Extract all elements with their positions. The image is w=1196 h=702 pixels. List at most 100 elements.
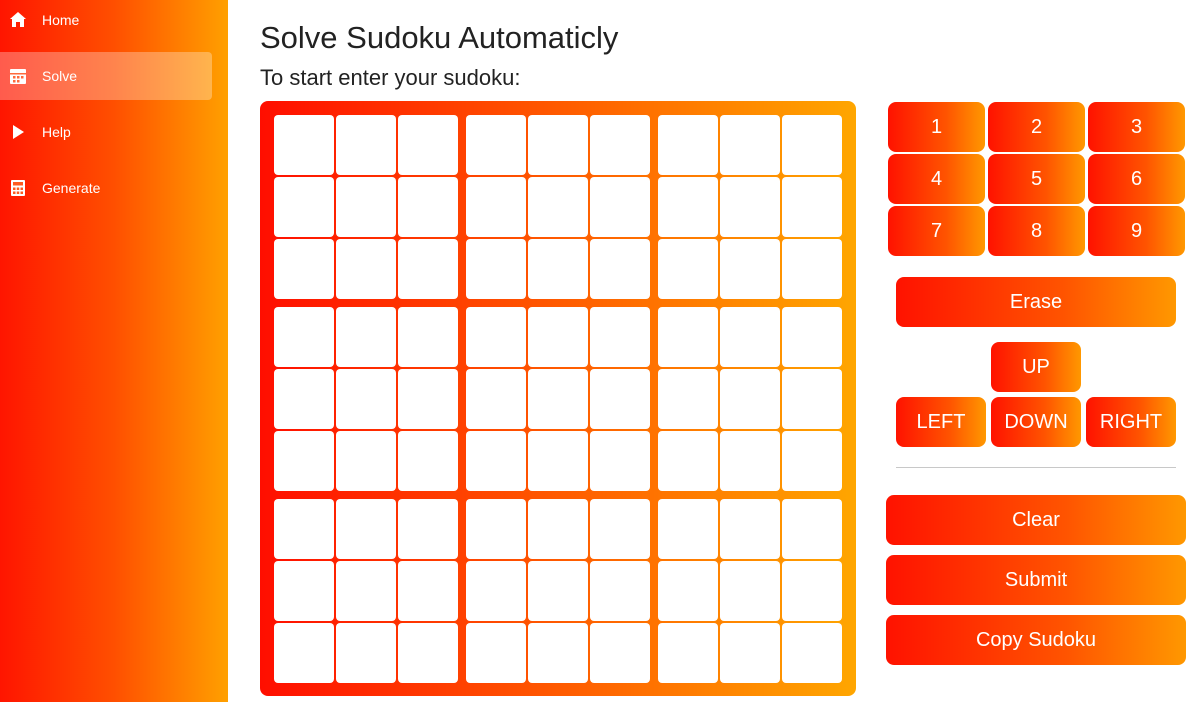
sudoku-cell[interactable]: [466, 561, 526, 621]
sudoku-cell[interactable]: [398, 115, 458, 175]
sudoku-cell[interactable]: [658, 177, 718, 237]
sudoku-cell[interactable]: [590, 115, 650, 175]
sudoku-cell[interactable]: [782, 499, 842, 559]
sudoku-cell[interactable]: [590, 177, 650, 237]
sudoku-cell[interactable]: [398, 369, 458, 429]
sudoku-cell[interactable]: [274, 115, 334, 175]
sudoku-cell[interactable]: [528, 115, 588, 175]
number-button-7[interactable]: 7: [888, 206, 985, 256]
sudoku-cell[interactable]: [658, 115, 718, 175]
sudoku-cell[interactable]: [336, 369, 396, 429]
sudoku-cell[interactable]: [590, 561, 650, 621]
sudoku-cell[interactable]: [720, 561, 780, 621]
sudoku-cell[interactable]: [528, 239, 588, 299]
sudoku-cell[interactable]: [720, 499, 780, 559]
sudoku-cell[interactable]: [658, 623, 718, 683]
sudoku-cell[interactable]: [274, 307, 334, 367]
sidebar-item-home[interactable]: Home: [0, 0, 212, 44]
sudoku-cell[interactable]: [590, 307, 650, 367]
sudoku-cell[interactable]: [398, 239, 458, 299]
sudoku-cell[interactable]: [590, 499, 650, 559]
sudoku-cell[interactable]: [720, 177, 780, 237]
sudoku-cell[interactable]: [782, 561, 842, 621]
sudoku-cell[interactable]: [720, 307, 780, 367]
sudoku-cell[interactable]: [590, 369, 650, 429]
number-button-6[interactable]: 6: [1088, 154, 1185, 204]
sudoku-cell[interactable]: [528, 623, 588, 683]
sudoku-cell[interactable]: [782, 623, 842, 683]
sudoku-cell[interactable]: [528, 561, 588, 621]
sudoku-cell[interactable]: [720, 431, 780, 491]
sudoku-cell[interactable]: [590, 239, 650, 299]
sudoku-cell[interactable]: [528, 431, 588, 491]
sudoku-cell[interactable]: [782, 307, 842, 367]
clear-button[interactable]: Clear: [886, 495, 1186, 545]
down-button[interactable]: DOWN: [991, 397, 1081, 447]
left-button[interactable]: LEFT: [896, 397, 986, 447]
sudoku-cell[interactable]: [274, 239, 334, 299]
number-button-8[interactable]: 8: [988, 206, 1085, 256]
sudoku-cell[interactable]: [720, 239, 780, 299]
sudoku-cell[interactable]: [466, 239, 526, 299]
erase-button[interactable]: Erase: [896, 277, 1176, 327]
sudoku-cell[interactable]: [782, 239, 842, 299]
sudoku-cell[interactable]: [398, 623, 458, 683]
sudoku-cell[interactable]: [336, 177, 396, 237]
sudoku-cell[interactable]: [720, 623, 780, 683]
right-button[interactable]: RIGHT: [1086, 397, 1176, 447]
sudoku-cell[interactable]: [658, 499, 718, 559]
sudoku-cell[interactable]: [398, 177, 458, 237]
sudoku-cell[interactable]: [590, 431, 650, 491]
sudoku-cell[interactable]: [720, 115, 780, 175]
sudoku-cell[interactable]: [658, 307, 718, 367]
submit-button[interactable]: Submit: [886, 555, 1186, 605]
number-button-1[interactable]: 1: [888, 102, 985, 152]
sudoku-cell[interactable]: [528, 369, 588, 429]
sudoku-cell[interactable]: [274, 623, 334, 683]
sudoku-cell[interactable]: [274, 369, 334, 429]
sudoku-cell[interactable]: [528, 177, 588, 237]
sudoku-cell[interactable]: [720, 369, 780, 429]
sudoku-cell[interactable]: [782, 177, 842, 237]
sudoku-cell[interactable]: [398, 561, 458, 621]
number-button-9[interactable]: 9: [1088, 206, 1185, 256]
sudoku-cell[interactable]: [658, 239, 718, 299]
sudoku-cell[interactable]: [590, 623, 650, 683]
sudoku-cell[interactable]: [336, 499, 396, 559]
copy-sudoku-button[interactable]: Copy Sudoku: [886, 615, 1186, 665]
sudoku-cell[interactable]: [466, 499, 526, 559]
sudoku-cell[interactable]: [336, 431, 396, 491]
sudoku-cell[interactable]: [658, 561, 718, 621]
sudoku-cell[interactable]: [658, 431, 718, 491]
sudoku-cell[interactable]: [466, 623, 526, 683]
number-button-2[interactable]: 2: [988, 102, 1085, 152]
sudoku-cell[interactable]: [336, 239, 396, 299]
sidebar-item-help[interactable]: Help: [0, 108, 212, 156]
up-button[interactable]: UP: [991, 342, 1081, 392]
sudoku-cell[interactable]: [528, 307, 588, 367]
sudoku-cell[interactable]: [782, 369, 842, 429]
sudoku-cell[interactable]: [274, 177, 334, 237]
sudoku-cell[interactable]: [336, 115, 396, 175]
sudoku-cell[interactable]: [398, 499, 458, 559]
sudoku-cell[interactable]: [466, 307, 526, 367]
number-button-5[interactable]: 5: [988, 154, 1085, 204]
sudoku-cell[interactable]: [274, 431, 334, 491]
sudoku-cell[interactable]: [274, 499, 334, 559]
sudoku-cell[interactable]: [466, 177, 526, 237]
sudoku-cell[interactable]: [466, 431, 526, 491]
sudoku-cell[interactable]: [528, 499, 588, 559]
sudoku-cell[interactable]: [466, 369, 526, 429]
sudoku-cell[interactable]: [336, 623, 396, 683]
sudoku-cell[interactable]: [782, 431, 842, 491]
sidebar-item-generate[interactable]: Generate: [0, 164, 212, 212]
number-button-4[interactable]: 4: [888, 154, 985, 204]
sudoku-cell[interactable]: [782, 115, 842, 175]
sidebar-item-solve[interactable]: Solve: [0, 52, 212, 100]
sudoku-cell[interactable]: [398, 431, 458, 491]
sudoku-cell[interactable]: [336, 307, 396, 367]
number-button-3[interactable]: 3: [1088, 102, 1185, 152]
sudoku-cell[interactable]: [466, 115, 526, 175]
sudoku-cell[interactable]: [274, 561, 334, 621]
sudoku-cell[interactable]: [658, 369, 718, 429]
